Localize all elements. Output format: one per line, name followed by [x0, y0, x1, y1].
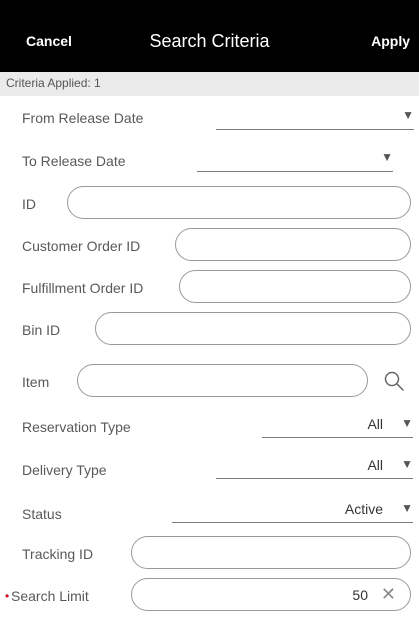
- dropdown-arrow-icon: ▼: [401, 457, 413, 471]
- search-limit-value: 50: [352, 587, 368, 603]
- delivery-type-select[interactable]: All ▼: [216, 457, 413, 479]
- bin-id-label: Bin ID: [22, 322, 61, 338]
- dropdown-arrow-icon: ▼: [402, 108, 414, 122]
- reservation-type-row: Reservation Type All ▼: [0, 414, 419, 458]
- criteria-applied-text: Criteria Applied: 1: [6, 76, 101, 90]
- to-release-date-select[interactable]: ▼: [197, 150, 393, 172]
- status-value: Active: [344, 501, 383, 517]
- reservation-type-select[interactable]: All ▼: [262, 416, 413, 438]
- to-release-date-label: To Release Date: [22, 153, 126, 169]
- search-limit-row: • Search Limit 50 ✕: [0, 578, 419, 622]
- tracking-id-input[interactable]: [131, 536, 411, 569]
- tracking-id-label: Tracking ID: [22, 546, 94, 562]
- from-release-date-label: From Release Date: [22, 110, 144, 126]
- item-input[interactable]: [77, 364, 368, 397]
- search-limit-label: Search Limit: [11, 588, 89, 604]
- customer-order-id-row: Customer Order ID: [0, 228, 419, 272]
- id-row: ID: [0, 186, 419, 230]
- fulfillment-order-id-row: Fulfillment Order ID: [0, 270, 419, 314]
- dropdown-arrow-icon: ▼: [401, 501, 413, 515]
- fulfillment-order-id-input[interactable]: [179, 270, 411, 303]
- bin-id-row: Bin ID: [0, 312, 419, 356]
- clear-icon[interactable]: ✕: [381, 584, 396, 605]
- item-row: Item: [0, 364, 419, 408]
- search-limit-input[interactable]: 50 ✕: [131, 578, 411, 611]
- customer-order-id-label: Customer Order ID: [22, 238, 141, 254]
- criteria-applied-bar: Criteria Applied: 1: [0, 72, 419, 96]
- id-label: ID: [22, 196, 36, 212]
- status-select[interactable]: Active ▼: [172, 501, 413, 523]
- status-label: Status: [22, 506, 62, 522]
- from-release-date-select[interactable]: ▼: [216, 108, 414, 130]
- apply-button[interactable]: Apply: [371, 33, 410, 49]
- reservation-type-label: Reservation Type: [22, 419, 131, 435]
- delivery-type-row: Delivery Type All ▼: [0, 457, 419, 501]
- page-title: Search Criteria: [149, 31, 270, 51]
- item-label: Item: [22, 374, 50, 390]
- from-release-date-row: From Release Date ▼: [0, 104, 419, 148]
- bin-id-input[interactable]: [95, 312, 411, 345]
- reservation-type-value: All: [367, 416, 383, 432]
- dropdown-arrow-icon: ▼: [381, 150, 393, 164]
- fulfillment-order-id-label: Fulfillment Order ID: [22, 280, 144, 296]
- delivery-type-value: All: [367, 457, 383, 473]
- dropdown-arrow-icon: ▼: [401, 416, 413, 430]
- customer-order-id-input[interactable]: [175, 228, 411, 261]
- search-icon[interactable]: [383, 370, 405, 392]
- id-input[interactable]: [67, 186, 411, 219]
- delivery-type-label: Delivery Type: [22, 462, 107, 478]
- header-bar: Cancel Search Criteria Apply: [0, 0, 419, 72]
- tracking-id-row: Tracking ID: [0, 536, 419, 580]
- required-marker-icon: •: [5, 589, 10, 603]
